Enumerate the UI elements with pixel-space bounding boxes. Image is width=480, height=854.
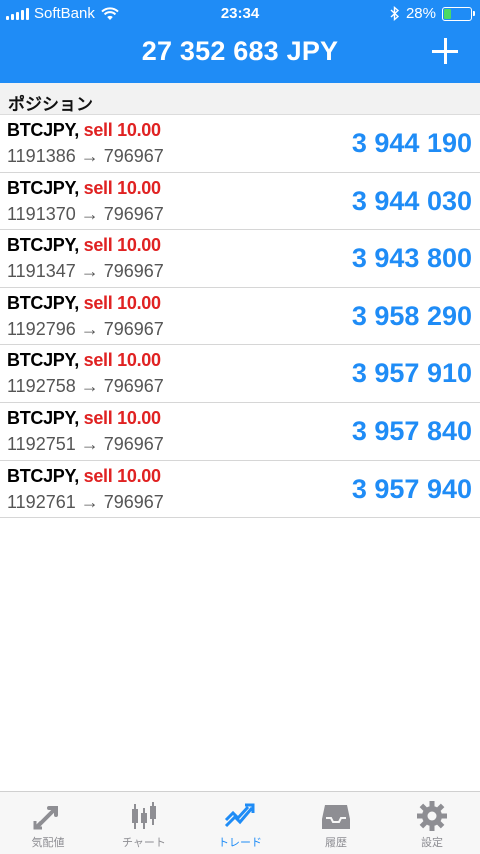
- position-symbol: BTCJPY,: [7, 292, 79, 313]
- position-title: BTCJPY, sell 10.00: [7, 178, 161, 199]
- position-route: 1192796 → 796967: [7, 318, 164, 339]
- position-price: 3 958 290: [351, 300, 472, 331]
- add-order-button[interactable]: [432, 38, 458, 64]
- position-price: 3 944 030: [351, 185, 472, 216]
- tab-trade-trend[interactable]: トレード: [192, 792, 288, 854]
- position-price: 3 957 940: [351, 473, 472, 504]
- tab-label: 設定: [421, 836, 443, 849]
- position-price: 3 957 910: [351, 358, 472, 389]
- battery-fill: [444, 8, 452, 19]
- position-route: 1192751 → 796967: [7, 433, 164, 454]
- position-symbol: BTCJPY,: [7, 350, 79, 371]
- tab-settings-gear[interactable]: 設定: [384, 792, 480, 854]
- tab-quotes-arrows[interactable]: 気配値: [0, 792, 96, 854]
- position-side: sell 10.00: [78, 235, 161, 256]
- position-symbol: BTCJPY,: [7, 407, 79, 428]
- position-side: sell 10.00: [78, 350, 161, 371]
- position-side: sell 10.00: [78, 465, 161, 486]
- position-title: BTCJPY, sell 10.00: [7, 408, 161, 429]
- position-route: 1192758 → 796967: [7, 376, 164, 397]
- position-row[interactable]: BTCJPY, sell 10.00 1192796 → 796967 3 958 …: [0, 287, 480, 346]
- position-row[interactable]: BTCJPY, sell 10.00 1191347 → 796967 3 943 …: [0, 230, 480, 288]
- history-inbox-icon: [319, 799, 353, 833]
- quotes-arrows-icon: [31, 799, 65, 833]
- position-symbol: BTCJPY,: [7, 235, 79, 256]
- position-row[interactable]: BTCJPY, sell 10.00 1191370 → 796967 3 944 …: [0, 172, 480, 231]
- position-side: sell 10.00: [78, 120, 161, 140]
- status-bar: SoftBank 23:34 28%: [0, 0, 480, 28]
- tab-label: 気配値: [31, 836, 65, 849]
- battery-icon: [442, 6, 475, 21]
- status-right: 28%: [390, 5, 475, 22]
- battery-percent: 28%: [405, 5, 436, 22]
- positions-list: BTCJPY, sell 10.00 1191386 → 796967 3 944 …: [0, 115, 480, 519]
- position-row[interactable]: BTCJPY, sell 10.00 1191386 → 796967 3 944 …: [0, 115, 480, 173]
- tab-history-inbox[interactable]: 履歴: [288, 792, 384, 854]
- candlestick-chart-icon: [127, 799, 161, 833]
- position-row[interactable]: BTCJPY, sell 10.00 1192751 → 796967 3 957 …: [0, 402, 480, 461]
- tab-label: トレード: [218, 836, 262, 849]
- position-title: BTCJPY, sell 10.00: [7, 350, 161, 371]
- tab-label: 履歴: [325, 836, 347, 849]
- tab-label: チャート: [122, 836, 166, 849]
- position-price: 3 957 840: [351, 415, 472, 446]
- position-price: 3 943 800: [351, 243, 472, 274]
- position-route: 1191370 → 796967: [7, 203, 164, 224]
- section-header-positions: ポジション: [0, 83, 480, 115]
- position-route: 1191347 → 796967: [7, 261, 164, 282]
- position-row[interactable]: BTCJPY, sell 10.00 1192761 → 796967 3 957 …: [0, 460, 480, 519]
- position-side: sell 10.00: [78, 292, 161, 313]
- position-side: sell 10.00: [78, 407, 161, 428]
- settings-gear-icon: [415, 799, 449, 833]
- position-symbol: BTCJPY,: [7, 465, 79, 486]
- tab-candlestick-chart[interactable]: チャート: [96, 792, 192, 854]
- bluetooth-icon: [390, 6, 400, 21]
- account-balance-title: 27 352 683 JPY: [141, 36, 339, 66]
- position-symbol: BTCJPY,: [7, 120, 79, 140]
- position-route: 1192761 → 796967: [7, 491, 164, 512]
- position-row[interactable]: BTCJPY, sell 10.00 1192758 → 796967 3 957 …: [0, 345, 480, 403]
- tab-bar: 気配値 チャート トレード 履歴 設定: [0, 791, 480, 854]
- position-side: sell 10.00: [78, 177, 161, 198]
- position-price: 3 944 190: [351, 128, 472, 158]
- position-route: 1191386 → 796967: [7, 146, 164, 166]
- position-title: BTCJPY, sell 10.00: [7, 466, 161, 487]
- position-symbol: BTCJPY,: [7, 177, 79, 198]
- position-title: BTCJPY, sell 10.00: [7, 235, 161, 256]
- position-title: BTCJPY, sell 10.00: [7, 293, 161, 314]
- position-title: BTCJPY, sell 10.00: [7, 120, 161, 141]
- trade-trend-icon: [223, 799, 257, 833]
- top-bar: SoftBank 23:34 28% 27 352 683 JPY: [0, 0, 480, 83]
